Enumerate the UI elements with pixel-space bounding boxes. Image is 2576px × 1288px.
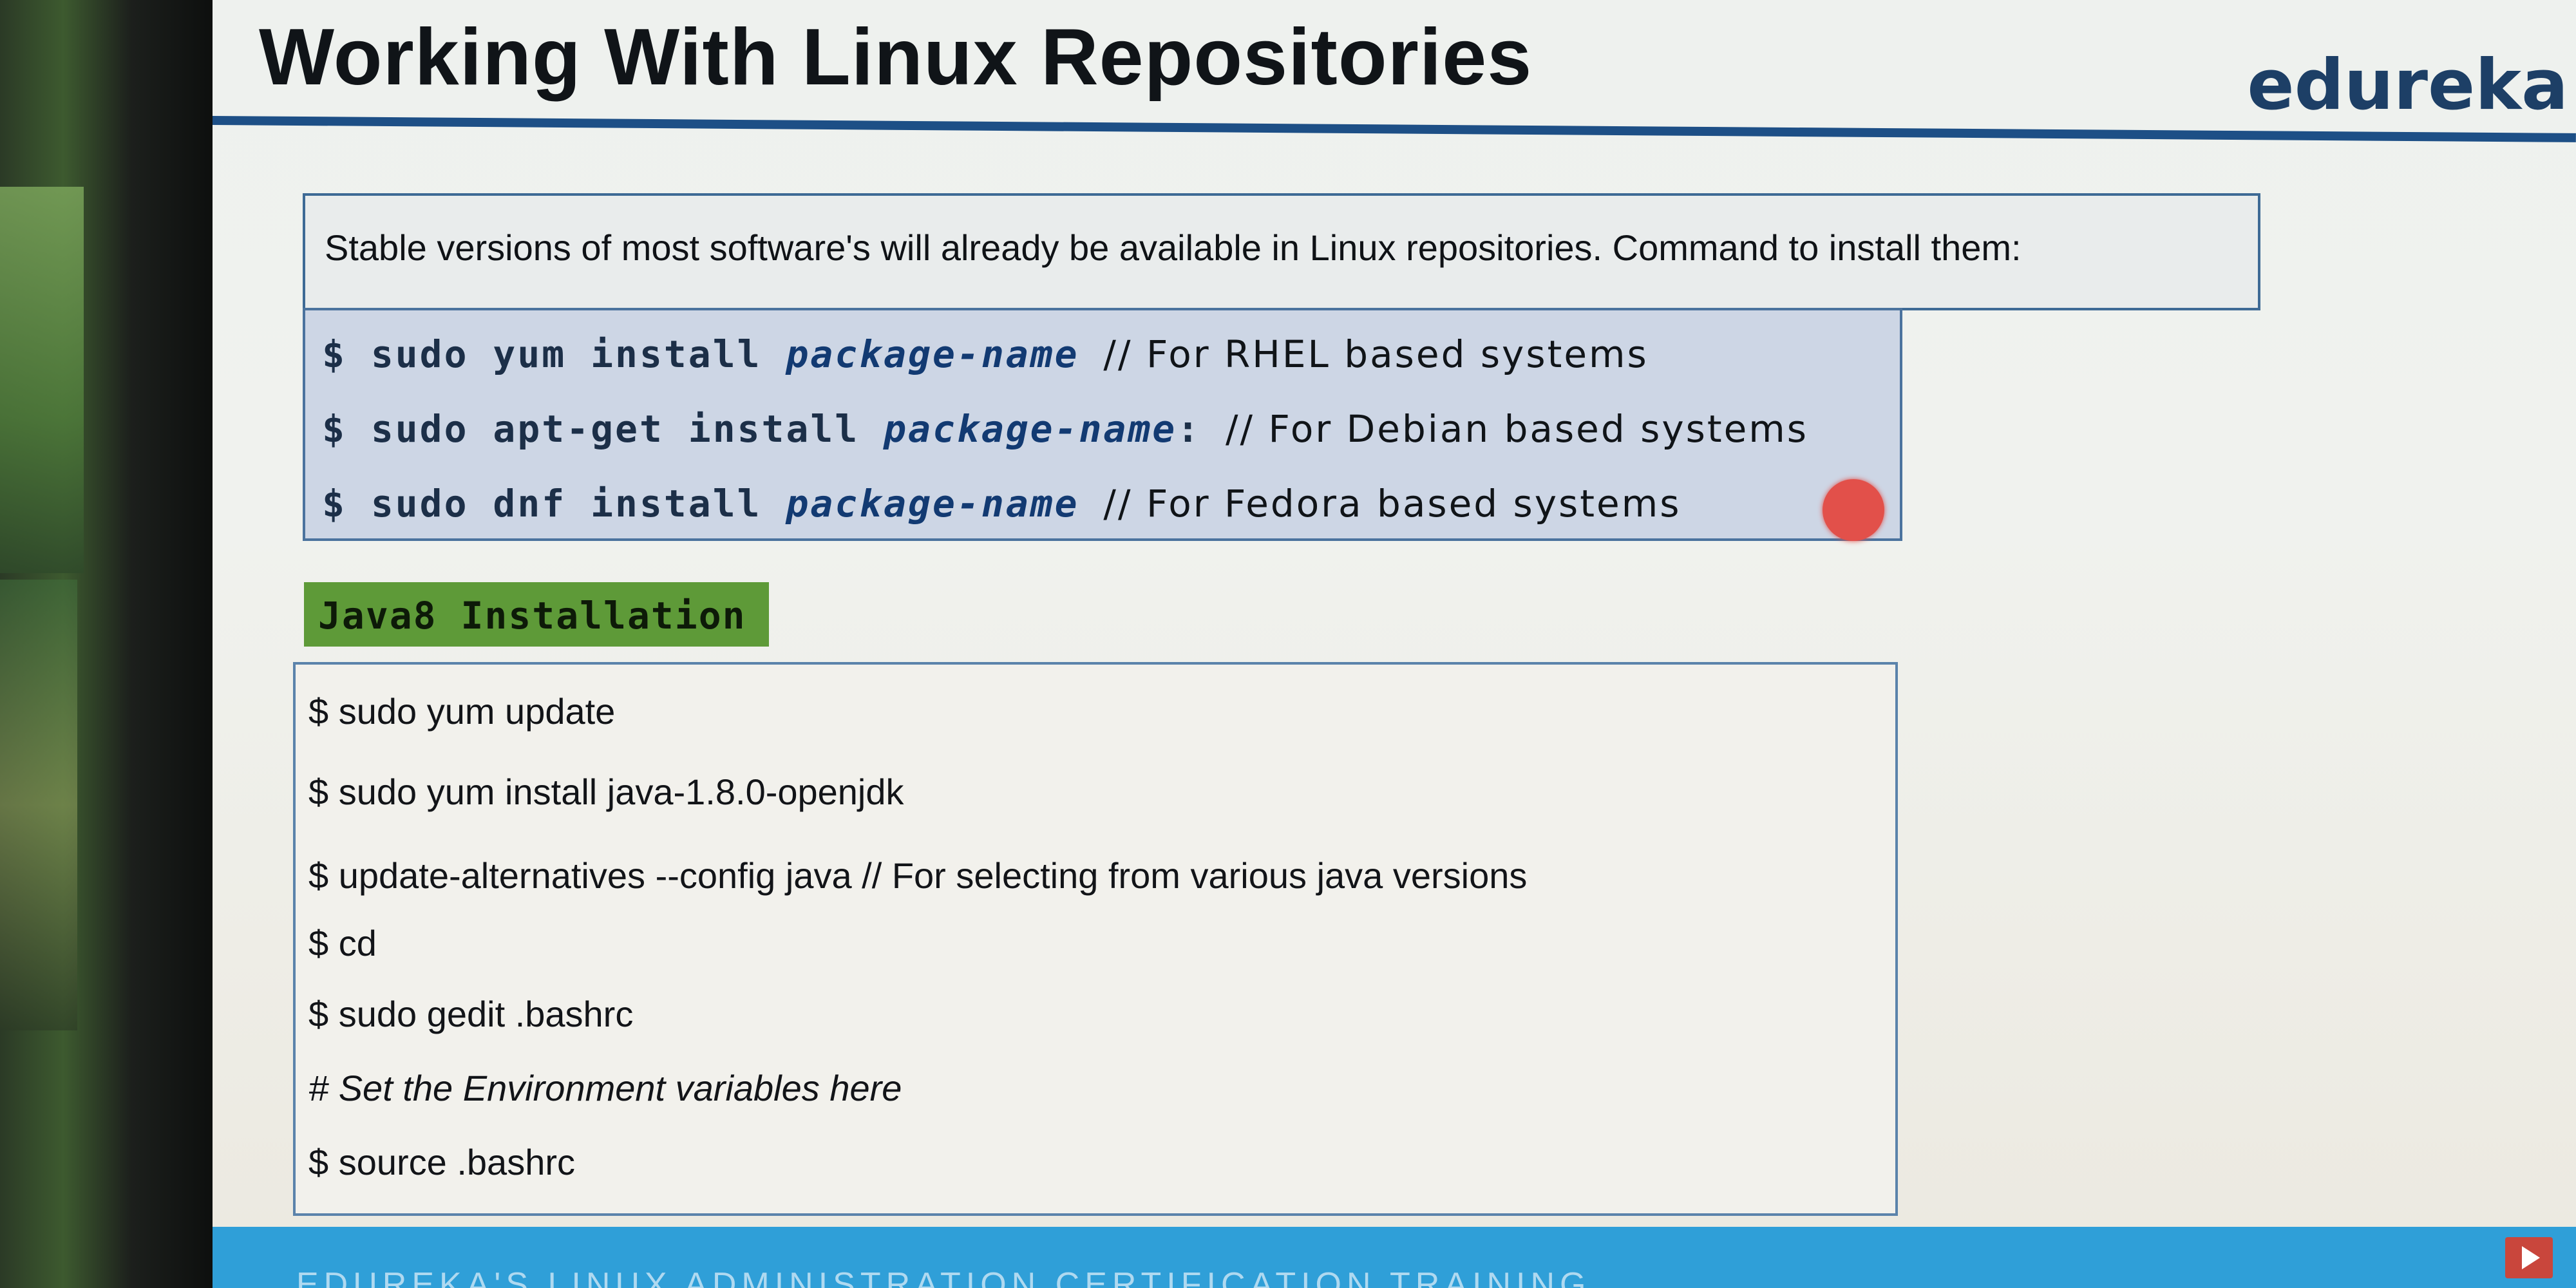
background-artwork (0, 187, 84, 573)
command-prefix: $ sudo apt-get install (322, 407, 884, 451)
java-comment-line: # Set the Environment variables here (308, 1068, 902, 1108)
package-name-placeholder: package-name (786, 332, 1079, 376)
java-command-line: $ cd (308, 923, 377, 963)
java-command-line: $ sudo yum update (308, 691, 616, 732)
java-command-line: $ source .bashrc (308, 1142, 575, 1182)
title-divider (213, 116, 2576, 142)
command-separator: : (1177, 407, 1226, 451)
java-installation-heading: Java8 Installation (304, 582, 769, 647)
repo-command-debian: $ sudo apt-get install package-name: // … (322, 407, 1808, 451)
package-name-placeholder: package-name (786, 482, 1079, 526)
slide-screen: Working With Linux Repositories edureka … (213, 0, 2576, 1288)
background-artwork-lower (0, 580, 77, 1030)
repo-commands-box: $ sudo yum install package-name // For R… (303, 308, 1902, 541)
intro-box: Stable versions of most software's will … (303, 193, 2260, 310)
command-separator (1079, 482, 1104, 526)
play-icon[interactable] (2505, 1237, 2553, 1278)
command-comment: // For Fedora based systems (1103, 482, 1681, 526)
command-separator (1079, 332, 1104, 376)
java-command-line: $ sudo yum install java-1.8.0-openjdk (308, 772, 904, 812)
package-name-placeholder: package-name (884, 407, 1177, 451)
footer-text: EDUREKA'S LINUX ADMINISTRATION CERTIFICA… (296, 1266, 1591, 1288)
java-commands-box: $ sudo yum update $ sudo yum install jav… (293, 662, 1898, 1216)
command-prefix: $ sudo yum install (322, 332, 786, 376)
monitor-bezel-left (0, 0, 213, 1288)
page-title: Working With Linux Repositories (259, 13, 1533, 102)
command-prefix: $ sudo dnf install (322, 482, 786, 526)
repo-command-fedora: $ sudo dnf install package-name // For F… (322, 482, 1681, 526)
intro-text: Stable versions of most software's will … (325, 227, 2022, 268)
repo-command-rhel: $ sudo yum install package-name // For R… (322, 332, 1649, 376)
laser-pointer-dot-icon (1823, 479, 1884, 541)
footer-banner: EDUREKA'S LINUX ADMINISTRATION CERTIFICA… (213, 1227, 2576, 1288)
command-comment: // For Debian based systems (1226, 407, 1809, 451)
java-command-line: $ update-alternatives --config java // F… (308, 855, 1528, 896)
brand-logo: edureka (2247, 45, 2568, 126)
command-comment: // For RHEL based systems (1103, 332, 1649, 376)
java-command-line: $ sudo gedit .bashrc (308, 994, 634, 1034)
